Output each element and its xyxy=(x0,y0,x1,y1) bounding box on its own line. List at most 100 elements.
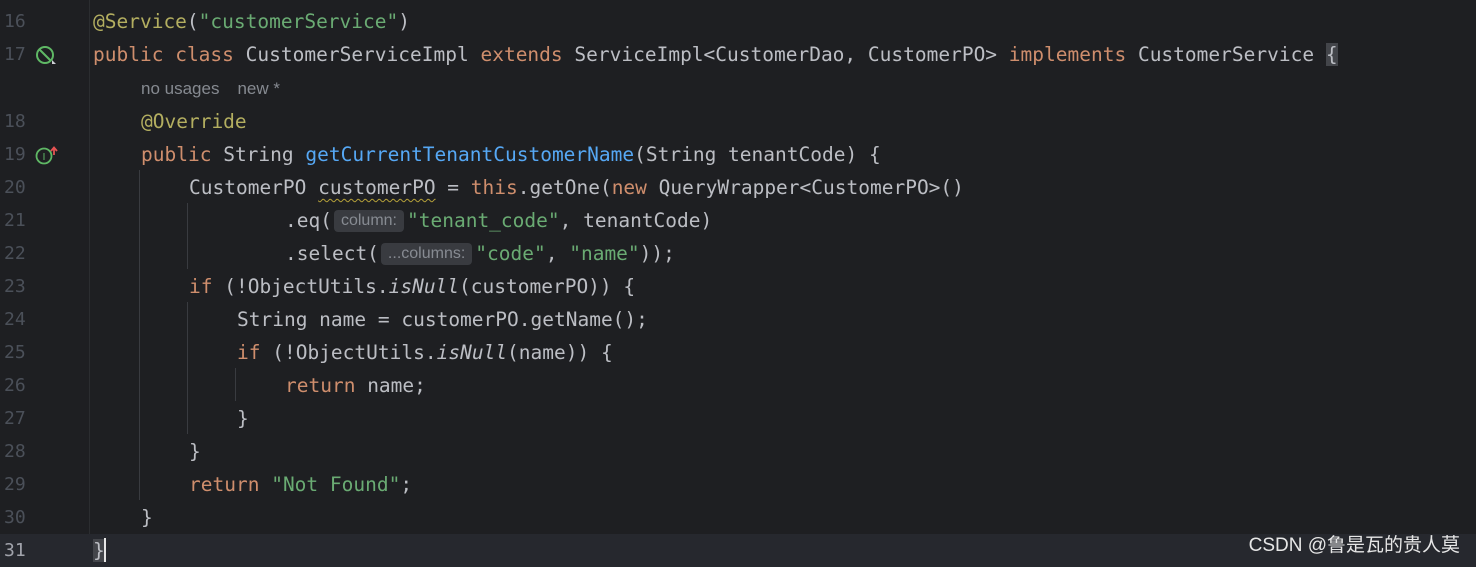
expression: (name)) { xyxy=(507,341,613,364)
annotation: @Service xyxy=(93,10,187,33)
code-text[interactable]: @Service("customerService") xyxy=(93,5,410,38)
keyword: new xyxy=(611,176,647,199)
code-text[interactable]: } xyxy=(237,402,249,435)
line-number[interactable]: 31 xyxy=(4,534,44,567)
line-number[interactable]: 29 xyxy=(4,468,44,501)
parent-class: ServiceImpl<CustomerDao, CustomerPO> xyxy=(574,43,998,66)
parameter-hint: column: xyxy=(333,210,404,232)
usages-hint[interactable]: no usages xyxy=(141,79,219,98)
method-name: getCurrentTenantCustomerName xyxy=(305,143,635,166)
expression: ; xyxy=(400,473,413,496)
line-number[interactable]: 18 xyxy=(4,105,44,138)
keyword: extends xyxy=(480,43,563,66)
code-line[interactable]: 16 @Service("customerService") xyxy=(0,5,1476,38)
code-line[interactable]: 25 if (!ObjectUtils.isNull(name)) { xyxy=(0,336,1476,369)
operator: = xyxy=(435,176,471,199)
keyword: return xyxy=(285,374,356,397)
static-method-call: isNull xyxy=(388,275,460,298)
method-call: .eq( xyxy=(285,209,332,232)
line-number[interactable]: 20 xyxy=(4,171,44,204)
matched-brace: { xyxy=(1325,43,1338,66)
expression: name; xyxy=(355,374,426,397)
paren: ( xyxy=(186,10,199,33)
string-literal: "tenant_code" xyxy=(407,209,560,232)
code-line[interactable]: 22 .select(...columns: "code", "name")); xyxy=(0,237,1476,270)
string-literal: "Not Found" xyxy=(271,473,401,496)
code-text[interactable]: public String getCurrentTenantCustomerNa… xyxy=(141,138,881,171)
expression: , tenantCode) xyxy=(559,209,713,232)
code-text[interactable]: } xyxy=(189,435,201,468)
expression: QueryWrapper<CustomerPO>() xyxy=(646,176,964,199)
svg-text:I: I xyxy=(43,152,46,163)
code-line[interactable]: 19 I public String getCurrentTenantCusto… xyxy=(0,138,1476,171)
paren: ) xyxy=(398,10,411,33)
parameters: (String tenantCode) { xyxy=(634,143,881,166)
keyword: if xyxy=(237,341,261,364)
keyword: public xyxy=(93,43,164,66)
code-text[interactable]: .eq(column: "tenant_code", tenantCode) xyxy=(285,204,712,237)
line-number[interactable]: 26 xyxy=(4,369,44,402)
code-text[interactable]: .select(...columns: "code", "name")); xyxy=(285,237,675,270)
code-text[interactable]: public class CustomerServiceImpl extends… xyxy=(93,38,1338,71)
code-line[interactable]: 24 String name = customerPO.getName(); xyxy=(0,303,1476,336)
type-name: CustomerPO xyxy=(189,176,307,199)
line-number[interactable]: 25 xyxy=(4,336,44,369)
watermark: CSDN @鲁是瓦的贵人莫 xyxy=(1248,535,1460,556)
line-number[interactable]: 16 xyxy=(4,5,44,38)
code-line[interactable]: 17 public class CustomerServiceImpl exte… xyxy=(0,38,1476,71)
code-text[interactable]: CustomerPO customerPO = this.getOne(new … xyxy=(189,171,964,204)
line-number[interactable]: 30 xyxy=(4,501,44,534)
keyword: implements xyxy=(1008,43,1127,66)
static-method-call: isNull xyxy=(436,341,508,364)
string-literal: "name" xyxy=(569,242,640,265)
string-literal: "code" xyxy=(475,242,546,265)
line-number[interactable]: 22 xyxy=(4,237,44,270)
text-caret xyxy=(103,538,106,562)
code-text[interactable]: return "Not Found"; xyxy=(189,468,412,501)
code-lens-row: no usages new * xyxy=(0,72,1476,105)
code-text[interactable]: if (!ObjectUtils.isNull(name)) { xyxy=(237,336,613,369)
class-name: CustomerServiceImpl xyxy=(245,43,469,66)
string-literal: "customerService" xyxy=(198,10,399,33)
interface-name: CustomerService xyxy=(1137,43,1315,66)
vcs-status-hint[interactable]: new * xyxy=(237,79,280,98)
keyword: if xyxy=(189,275,213,298)
line-number[interactable]: 23 xyxy=(4,270,44,303)
separator: , xyxy=(545,242,570,265)
code-line[interactable]: 23 if (!ObjectUtils.isNull(customerPO)) … xyxy=(0,270,1476,303)
line-number[interactable]: 21 xyxy=(4,204,44,237)
code-text[interactable]: @Override xyxy=(141,105,247,138)
expression: (!ObjectUtils. xyxy=(212,275,389,298)
method-call: .select( xyxy=(285,242,379,265)
expression: (!ObjectUtils. xyxy=(260,341,437,364)
expression: )); xyxy=(639,242,675,265)
code-text[interactable]: } xyxy=(141,501,153,534)
code-line[interactable]: 18 @Override xyxy=(0,105,1476,138)
code-text[interactable]: return name; xyxy=(285,369,426,402)
code-line[interactable]: 29 return "Not Found"; xyxy=(0,468,1476,501)
code-text[interactable]: if (!ObjectUtils.isNull(customerPO)) { xyxy=(189,270,635,303)
code-editor[interactable]: 16 @Service("customerService") 17 public… xyxy=(0,0,1476,567)
keyword: class xyxy=(175,43,234,66)
code-line[interactable]: 20 CustomerPO customerPO = this.getOne(n… xyxy=(0,171,1476,204)
keyword: this xyxy=(470,176,518,199)
code-text[interactable]: String name = customerPO.getName(); xyxy=(237,303,648,336)
keyword: return xyxy=(189,473,260,496)
code-line[interactable]: 26 return name; xyxy=(0,369,1476,402)
expression: (customerPO)) { xyxy=(459,275,636,298)
implements-method-icon[interactable]: I xyxy=(35,145,58,165)
type-name: String xyxy=(223,143,294,166)
method-call: .getOne( xyxy=(517,176,612,199)
line-number[interactable]: 24 xyxy=(4,303,44,336)
annotation: @Override xyxy=(141,110,247,133)
no-entry-implement-icon[interactable] xyxy=(35,45,56,65)
code-text[interactable]: } xyxy=(93,534,106,567)
line-number[interactable]: 27 xyxy=(4,402,44,435)
code-line[interactable]: 28 } xyxy=(0,435,1476,468)
code-line[interactable]: 21 .eq(column: "tenant_code", tenantCode) xyxy=(0,204,1476,237)
variable-with-warning: customerPO xyxy=(318,176,436,199)
code-line[interactable]: 27 } xyxy=(0,402,1476,435)
code-lens[interactable]: no usages new * xyxy=(141,72,298,105)
parameter-hint: ...columns: xyxy=(380,243,473,265)
line-number[interactable]: 28 xyxy=(4,435,44,468)
